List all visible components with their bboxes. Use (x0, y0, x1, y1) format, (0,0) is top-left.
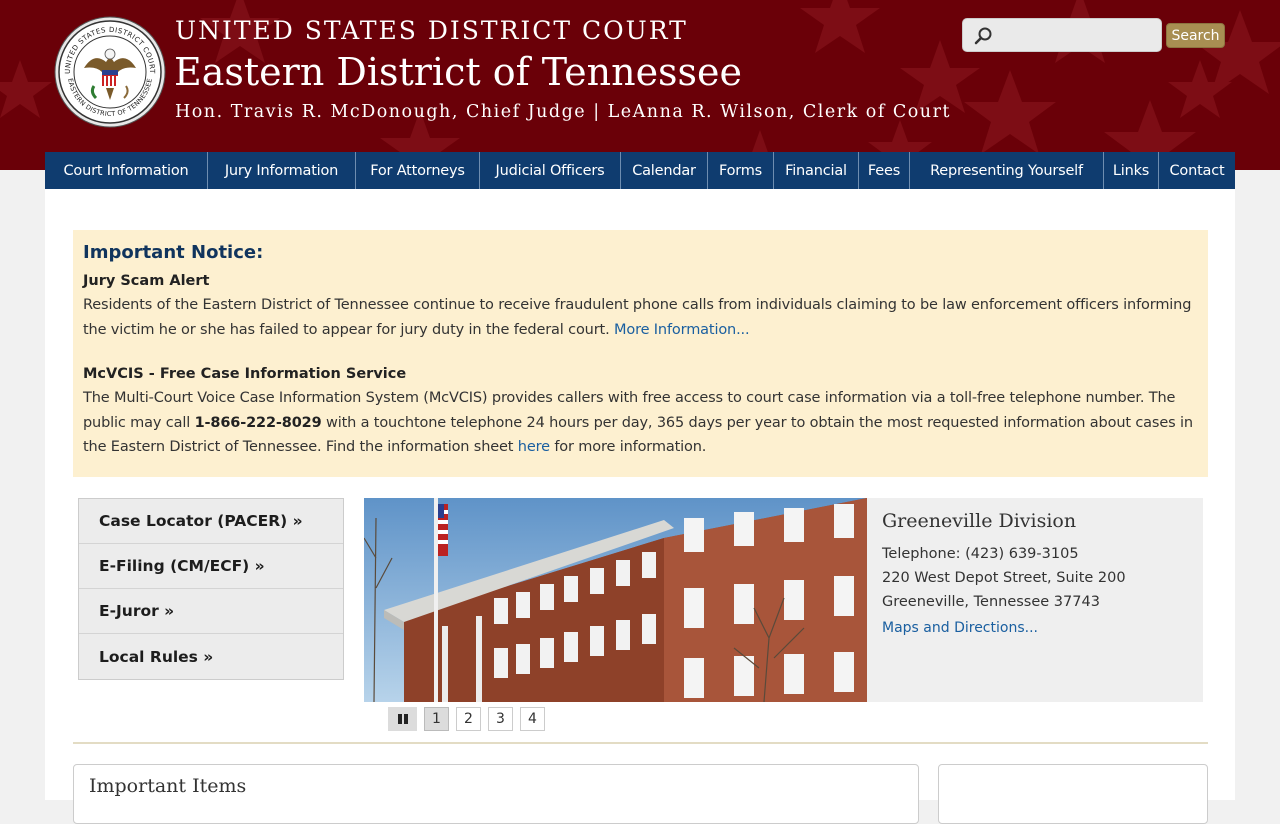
main-navigation: Court Information Jury Information For A… (45, 152, 1235, 189)
division-address-line2: Greeneville, Tennessee 37743 (882, 594, 1100, 610)
notice-item-text: The Multi-Court Voice Case Information S… (83, 386, 1198, 460)
slide-page-3[interactable]: 3 (488, 707, 513, 731)
search-icon (974, 27, 992, 45)
district-title[interactable]: Eastern District of Tennessee (174, 50, 742, 94)
nav-calendar[interactable]: Calendar (621, 152, 708, 189)
quick-links: Case Locator (PACER) » E-Filing (CM/ECF)… (78, 498, 344, 680)
slide-page-2[interactable]: 2 (456, 707, 481, 731)
nav-for-attorneys[interactable]: For Attorneys (356, 152, 480, 189)
search-button[interactable]: Search (1166, 23, 1225, 48)
pause-button[interactable] (388, 707, 417, 731)
notice-item-text: Residents of the Eastern District of Ten… (83, 293, 1198, 342)
notice-item-title: McVCIS - Free Case Information Service (83, 366, 407, 382)
courthouse-photo (364, 498, 867, 702)
nav-judicial-officers[interactable]: Judicial Officers (480, 152, 621, 189)
court-name: UNITED STATES DISTRICT COURT (175, 16, 688, 45)
nav-financial[interactable]: Financial (774, 152, 859, 189)
nav-forms[interactable]: Forms (708, 152, 774, 189)
court-seal-logo: UNITED STATES DISTRICT COURT EASTERN DIS… (54, 16, 166, 128)
main-content: Important Notice: Jury Scam Alert Reside… (45, 189, 1235, 824)
important-items-panel: Important Items (73, 764, 919, 824)
nav-contact[interactable]: Contact (1159, 152, 1235, 189)
nav-links[interactable]: Links (1104, 152, 1159, 189)
nav-representing-yourself[interactable]: Representing Yourself (910, 152, 1104, 189)
nav-fees[interactable]: Fees (859, 152, 910, 189)
division-telephone: Telephone: (423) 639-3105 (882, 546, 1079, 562)
slideshow-pager: 1 2 3 4 (388, 707, 545, 731)
quick-link-local-rules[interactable]: Local Rules » (79, 634, 343, 679)
side-panel (938, 764, 1208, 824)
division-name: Greeneville Division (882, 510, 1077, 532)
mcvcis-phone: 1-866-222-8029 (194, 414, 322, 431)
notice-title: Important Notice: (83, 242, 264, 263)
quick-link-e-filing[interactable]: E-Filing (CM/ECF) » (79, 544, 343, 589)
maps-directions-link[interactable]: Maps and Directions... (882, 620, 1188, 636)
section-divider (73, 742, 1208, 744)
important-items-title: Important Items (89, 775, 247, 797)
nav-court-information[interactable]: Court Information (45, 152, 208, 189)
pause-icon (397, 714, 408, 724)
more-information-link[interactable]: More Information... (614, 322, 750, 338)
mcvcis-text: for more information. (554, 439, 707, 455)
notice-item-title: Jury Scam Alert (83, 273, 210, 289)
division-info: Greeneville Division Telephone: (423) 63… (867, 498, 1203, 702)
court-officials: Hon. Travis R. McDonough, Chief Judge | … (175, 102, 951, 122)
slide-page-4[interactable]: 4 (520, 707, 545, 731)
quick-link-case-locator[interactable]: Case Locator (PACER) » (79, 499, 343, 544)
slide-page-1[interactable]: 1 (424, 707, 449, 731)
nav-jury-information[interactable]: Jury Information (208, 152, 356, 189)
division-address-line1: 220 West Depot Street, Suite 200 (882, 570, 1126, 586)
site-header: UNITED STATES DISTRICT COURT EASTERN DIS… (0, 0, 1280, 170)
info-sheet-link[interactable]: here (518, 439, 550, 455)
important-notice: Important Notice: Jury Scam Alert Reside… (73, 230, 1208, 477)
search-box[interactable] (962, 18, 1162, 52)
quick-link-e-juror[interactable]: E-Juror » (79, 589, 343, 634)
search-input[interactable] (997, 23, 1157, 47)
